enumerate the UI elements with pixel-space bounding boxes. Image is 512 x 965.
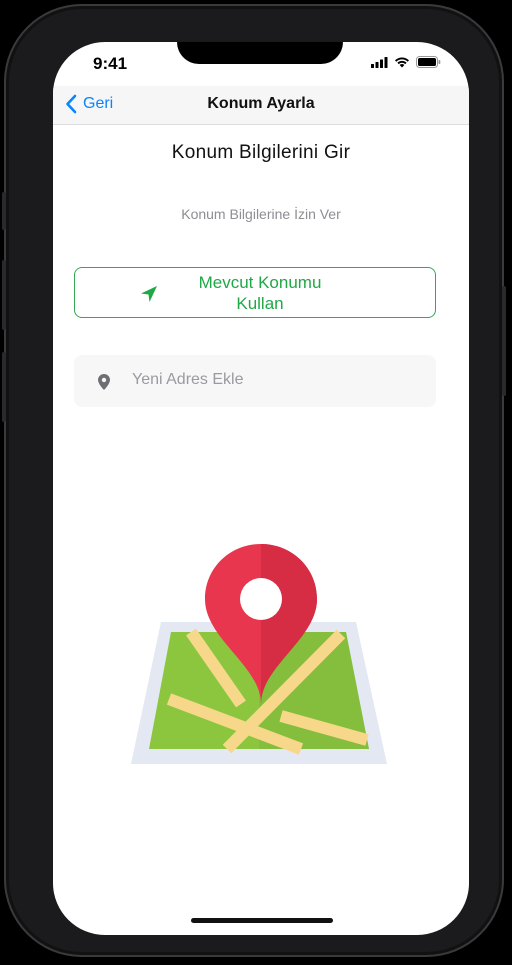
signal-icon <box>371 56 388 68</box>
use-current-location-label: Mevcut Konumu Kullan <box>165 272 355 314</box>
status-icons <box>371 56 441 68</box>
use-current-location-button[interactable]: Mevcut Konumu Kullan <box>74 267 436 318</box>
battery-icon <box>416 56 441 68</box>
use-location-line-2: Kullan <box>236 294 284 313</box>
location-pin-hole <box>240 578 282 620</box>
side-button-volume-down <box>2 352 6 422</box>
location-arrow-icon <box>141 286 157 302</box>
permission-subtitle: Konum Bilgilerine İzin Ver <box>181 206 341 222</box>
use-location-line-1: Mevcut Konumu <box>198 273 322 292</box>
phone-frame: 9:41 Geri Konum Ayarla Konum Bilgilerini… <box>2 4 506 957</box>
section-heading: Konum Bilgilerini Gir <box>171 142 351 163</box>
side-button-mute <box>2 192 6 230</box>
status-bar: 9:41 <box>53 42 469 86</box>
add-address-placeholder: Yeni Adres Ekle <box>132 371 244 388</box>
side-button-power <box>502 286 506 396</box>
side-button-volume-up <box>2 260 6 330</box>
page-title: Konum Ayarla <box>207 95 315 112</box>
home-indicator[interactable] <box>191 918 333 923</box>
map-illustration <box>131 544 387 764</box>
add-new-address-field[interactable]: Yeni Adres Ekle <box>74 355 436 407</box>
navigation-bar: Geri Konum Ayarla <box>53 86 469 125</box>
notch <box>177 42 343 64</box>
wifi-icon <box>395 57 409 68</box>
map-pin-icon <box>98 374 110 390</box>
phone-screen: 9:41 Geri Konum Ayarla Konum Bilgilerini… <box>53 42 469 935</box>
status-time: 9:41 <box>93 54 128 73</box>
